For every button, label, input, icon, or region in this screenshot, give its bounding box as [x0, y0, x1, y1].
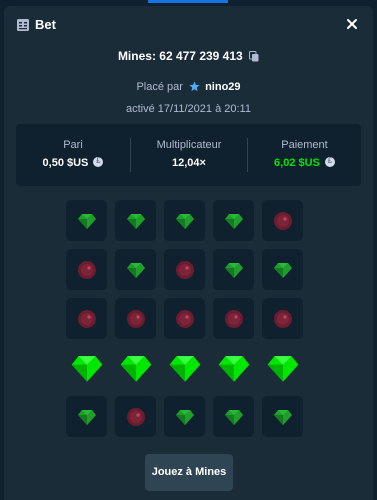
coin-icon: [93, 156, 104, 167]
mine-icon: [77, 260, 96, 279]
placed-by: Placé par nino29: [4, 81, 373, 93]
stats-panel: Pari 0,50 $US Multiplicateur 12,04× Paie…: [16, 124, 361, 186]
bet-value: 0,50 $US: [16, 156, 130, 169]
play-mines-button[interactable]: Jouez à Mines: [145, 454, 233, 491]
gem-tile: [66, 200, 107, 241]
gem-icon: [169, 355, 200, 382]
payout-amount: 6,02 $US: [274, 157, 320, 169]
gem-tile: [213, 200, 254, 241]
bet-label: Pari: [63, 139, 83, 151]
activation-time: activé 17/11/2021 à 20:11: [126, 103, 251, 115]
mine-tile: [115, 298, 156, 339]
game-title: Mines: 62 477 239 413: [4, 49, 373, 63]
gem-icon: [126, 262, 145, 278]
gem-tile: [164, 396, 205, 437]
modal-header: Bet: [4, 6, 373, 46]
mine-icon: [175, 260, 194, 279]
gem-tile: [213, 249, 254, 290]
gem-tile: [66, 396, 107, 437]
mine-icon: [77, 309, 96, 328]
game-id: Mines: 62 477 239 413: [117, 49, 243, 63]
mine-tile: [66, 298, 107, 339]
gem-icon: [77, 409, 96, 425]
bet-stat: Pari 0,50 $US: [16, 124, 130, 186]
close-icon[interactable]: [343, 15, 361, 33]
gem-tile-revealed: [213, 347, 254, 388]
gem-tile-revealed: [164, 347, 205, 388]
gem-icon: [77, 213, 96, 229]
mine-icon: [126, 407, 145, 426]
bet-slip-icon: [17, 19, 29, 31]
gem-icon: [71, 355, 102, 382]
mine-icon: [273, 211, 292, 230]
gem-icon: [175, 409, 194, 425]
multiplier-stat: Multiplicateur 12,04×: [131, 124, 247, 186]
gem-tile: [115, 249, 156, 290]
multiplier-label: Multiplicateur: [156, 139, 222, 151]
active-tab-indicator: [148, 0, 228, 3]
mine-tile: [164, 249, 205, 290]
gem-icon: [267, 355, 298, 382]
mine-tile: [213, 298, 254, 339]
gem-icon: [218, 355, 249, 382]
username-link[interactable]: nino29: [205, 81, 240, 93]
top-strip: [0, 0, 377, 3]
gem-tile: [262, 396, 303, 437]
gem-tile: [115, 200, 156, 241]
gem-tile: [262, 249, 303, 290]
bet-amount: 0,50 $US: [42, 157, 89, 169]
mine-icon: [126, 309, 145, 328]
mine-tile: [115, 396, 156, 437]
gem-tile-revealed: [115, 347, 156, 388]
gem-tile-revealed: [66, 347, 107, 388]
gem-icon: [273, 409, 292, 425]
placed-by-label: Placé par: [136, 81, 183, 93]
mine-tile: [164, 298, 205, 339]
gem-icon: [175, 213, 194, 229]
gem-tile: [213, 396, 254, 437]
payout-label: Paiement: [281, 139, 328, 151]
mine-tile: [262, 200, 303, 241]
gem-icon: [120, 355, 151, 382]
gem-icon: [273, 262, 292, 278]
gem-tile-revealed: [262, 347, 303, 388]
vip-star-icon: [189, 81, 200, 92]
payout-stat: Paiement 6,02 $US: [248, 124, 361, 186]
multiplier-value: 12,04×: [172, 157, 206, 169]
bet-modal: Bet Mines: 62 477 239 413 Placé par nino…: [4, 6, 373, 500]
gem-icon: [224, 213, 243, 229]
mine-tile: [66, 249, 107, 290]
copy-icon[interactable]: [249, 51, 259, 62]
mine-icon: [224, 309, 243, 328]
mine-icon: [273, 309, 292, 328]
gem-icon: [126, 213, 145, 229]
coin-icon: [324, 156, 335, 167]
modal-title: Bet: [35, 17, 56, 32]
mine-icon: [175, 309, 194, 328]
gem-tile: [164, 200, 205, 241]
mine-tile: [262, 298, 303, 339]
gem-icon: [224, 409, 243, 425]
payout-value: 6,02 $US: [248, 156, 361, 169]
gem-icon: [224, 262, 243, 278]
